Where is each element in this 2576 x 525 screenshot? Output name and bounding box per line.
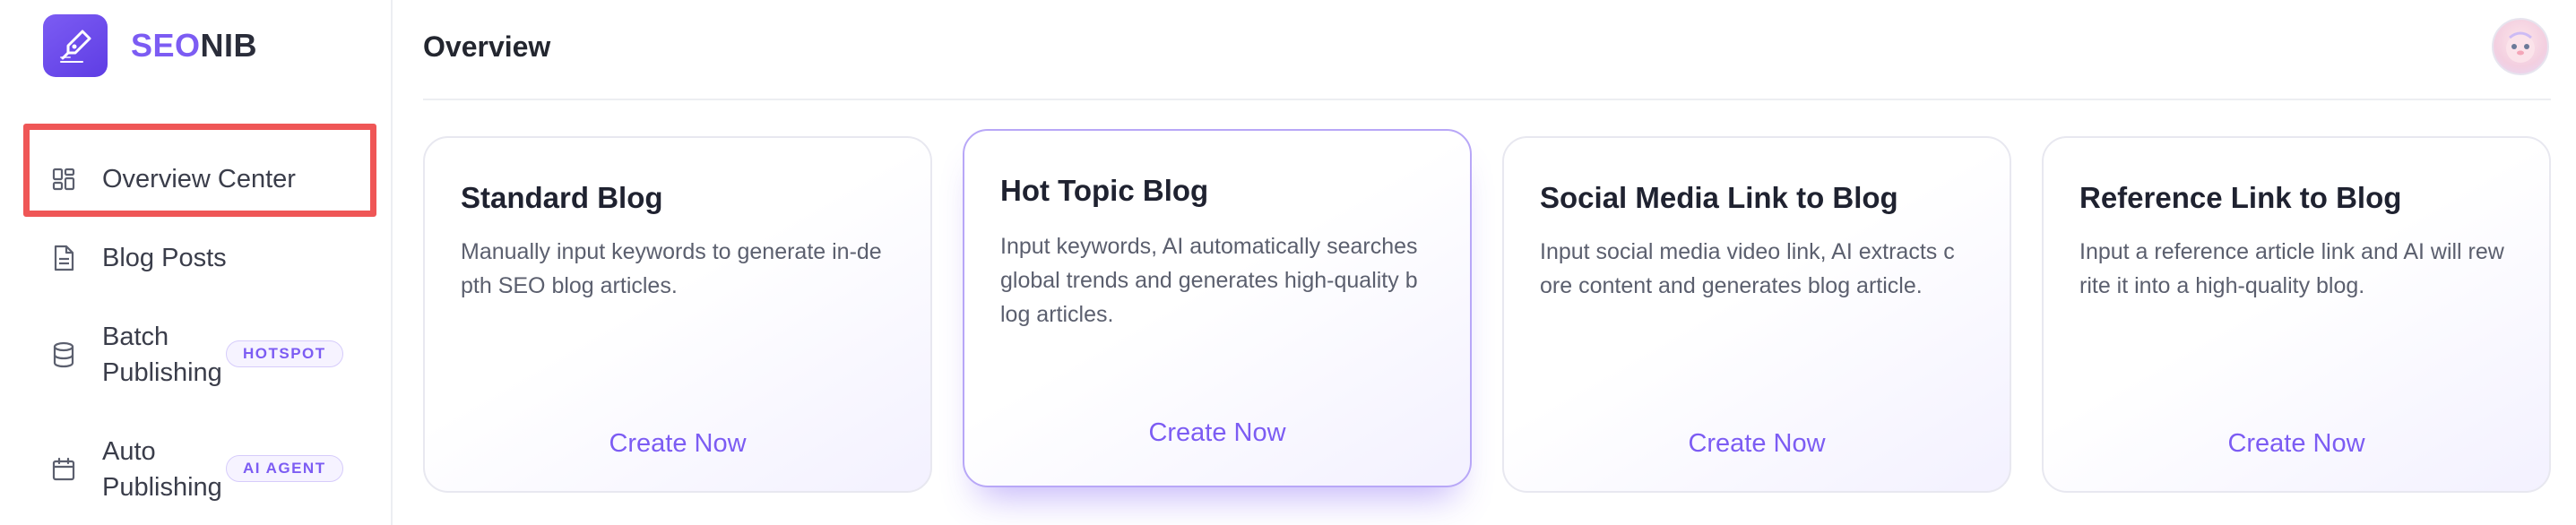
- create-now-button[interactable]: Create Now: [425, 429, 930, 459]
- pen-nib-icon: [43, 14, 108, 77]
- sidebar-item-blog-posts[interactable]: Blog Posts: [50, 240, 227, 276]
- card-description: Manually input keywords to generate in-d…: [461, 239, 882, 298]
- grid-icon: [50, 166, 77, 193]
- calendar-icon: [50, 456, 77, 483]
- card-title: Reference Link to Blog: [2079, 181, 2402, 214]
- brand-name-seo: SEO: [131, 27, 201, 64]
- card-standard-blog: Standard Blog Manually input keywords to…: [423, 136, 932, 493]
- sidebar-item-label: Overview Center: [102, 165, 296, 194]
- card-description: Input keywords, AI automatically searche…: [1000, 234, 1418, 327]
- create-now-button[interactable]: Create Now: [2044, 429, 2549, 459]
- sidebar: SEONIB Overview Center Blog Posts Batch …: [0, 0, 393, 525]
- sidebar-item-label: Auto Publishing: [102, 437, 222, 502]
- sidebar-item-label: Blog Posts: [102, 244, 227, 272]
- card-reference-link-to-blog: Reference Link to Blog Input a reference…: [2042, 136, 2551, 493]
- ai-agent-badge: AI AGENT: [226, 455, 343, 482]
- sidebar-item-overview-center[interactable]: Overview Center: [50, 161, 296, 197]
- card-title: Social Media Link to Blog: [1540, 181, 1898, 214]
- create-now-button[interactable]: Create Now: [1504, 429, 2010, 459]
- sidebar-item-label: Batch Publishing: [102, 323, 222, 387]
- header-divider: [423, 99, 2551, 100]
- brand-name: SEONIB: [131, 27, 257, 65]
- card-hot-topic-blog: Hot Topic Blog Input keywords, AI automa…: [963, 129, 1472, 487]
- card-title: Hot Topic Blog: [1000, 174, 1209, 207]
- brand-name-nib: NIB: [200, 27, 258, 64]
- page-title: Overview: [423, 30, 551, 63]
- brand[interactable]: SEONIB: [43, 14, 257, 77]
- user-avatar[interactable]: [2492, 18, 2549, 75]
- card-social-media-link-to-blog: Social Media Link to Blog Input social m…: [1502, 136, 2011, 493]
- sidebar-item-batch-publishing[interactable]: Batch Publishing: [50, 319, 228, 391]
- hotspot-badge: HOTSPOT: [226, 340, 343, 367]
- card-description: Input social media video link, AI extrac…: [1540, 239, 1955, 298]
- card-description: Input a reference article link and AI wi…: [2079, 239, 2504, 298]
- database-icon: [50, 341, 77, 368]
- document-icon: [50, 245, 77, 271]
- card-title: Standard Blog: [461, 181, 663, 214]
- create-now-button[interactable]: Create Now: [964, 418, 1470, 448]
- sidebar-item-auto-publishing[interactable]: Auto Publishing: [50, 434, 228, 505]
